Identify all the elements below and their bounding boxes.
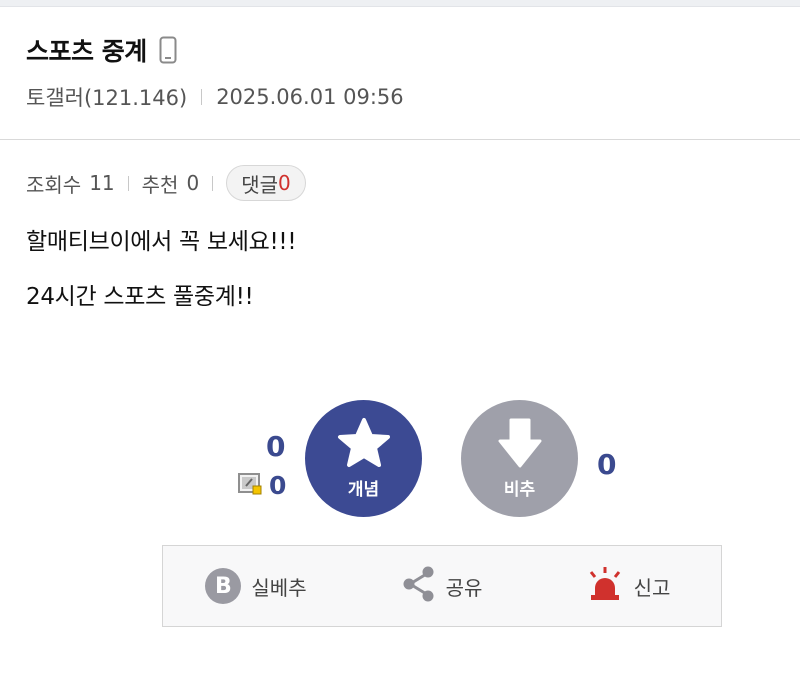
meta-divider [201,89,203,105]
post-body: 할매티브이에서 꼭 보세요!!! 24시간 스포츠 풀중계!! [26,228,297,338]
body-line: 할매티브이에서 꼭 보세요!!! [26,229,297,255]
mobile-phone-icon [159,36,177,64]
b-badge-icon: B [205,568,242,604]
share-button[interactable]: 공유 [349,565,535,608]
header-divider [0,139,800,140]
upvote-count: 0 [266,430,286,463]
views-count: 11 [89,171,115,195]
post-header: 스포츠 중계 토갤러(121.146) 2025.06.01 09:56 [26,32,786,112]
action-bar: B 실베추 공유 신고 [162,545,722,627]
recommend-count: 0 [186,171,200,195]
post-datetime: 2025.06.01 09:56 [216,85,404,109]
stats-divider [127,175,129,191]
downvote-button[interactable]: 비추 [461,400,578,517]
downvote-label: 비추 [503,480,536,500]
post-title: 스포츠 중계 [26,37,147,66]
upvote-label: 개념 [347,480,380,500]
post-stats: 조회수 11 추천 0 댓글 0 [26,165,306,201]
comment-label: 댓글 [241,172,279,197]
title-row: 스포츠 중계 [26,32,786,68]
fixed-nick-upvote: 0 [237,470,286,500]
siren-icon [586,565,624,608]
arrow-down-icon [496,417,544,469]
comment-count: 0 [278,171,291,195]
post-view: 스포츠 중계 토갤러(121.146) 2025.06.01 09:56 조회수… [0,0,800,675]
post-meta: 토갤러(121.146) 2025.06.01 09:56 [26,82,786,112]
body-line: 24시간 스포츠 풀중계!! [26,284,254,310]
comment-badge[interactable]: 댓글 0 [226,165,306,201]
share-icon [402,565,436,608]
star-icon [337,417,391,469]
author-name[interactable]: 토갤러(121.146) [26,82,187,112]
recommend-label: 추천 [141,172,179,197]
top-strip [0,0,800,7]
memo-icon [237,470,263,500]
best-recommend-button[interactable]: B 실베추 [163,568,349,604]
report-button[interactable]: 신고 [535,565,721,608]
upvote-button[interactable]: 개념 [305,400,422,517]
best-recommend-label: 실베추 [251,575,307,600]
fixed-nick-upvote-count: 0 [269,470,287,500]
stats-divider [212,175,214,191]
report-label: 신고 [633,575,671,600]
share-label: 공유 [445,575,483,600]
downvote-count: 0 [597,448,617,481]
vote-area: 0 0 개념 비추 0 [0,400,800,520]
views-label: 조회수 [26,172,82,197]
